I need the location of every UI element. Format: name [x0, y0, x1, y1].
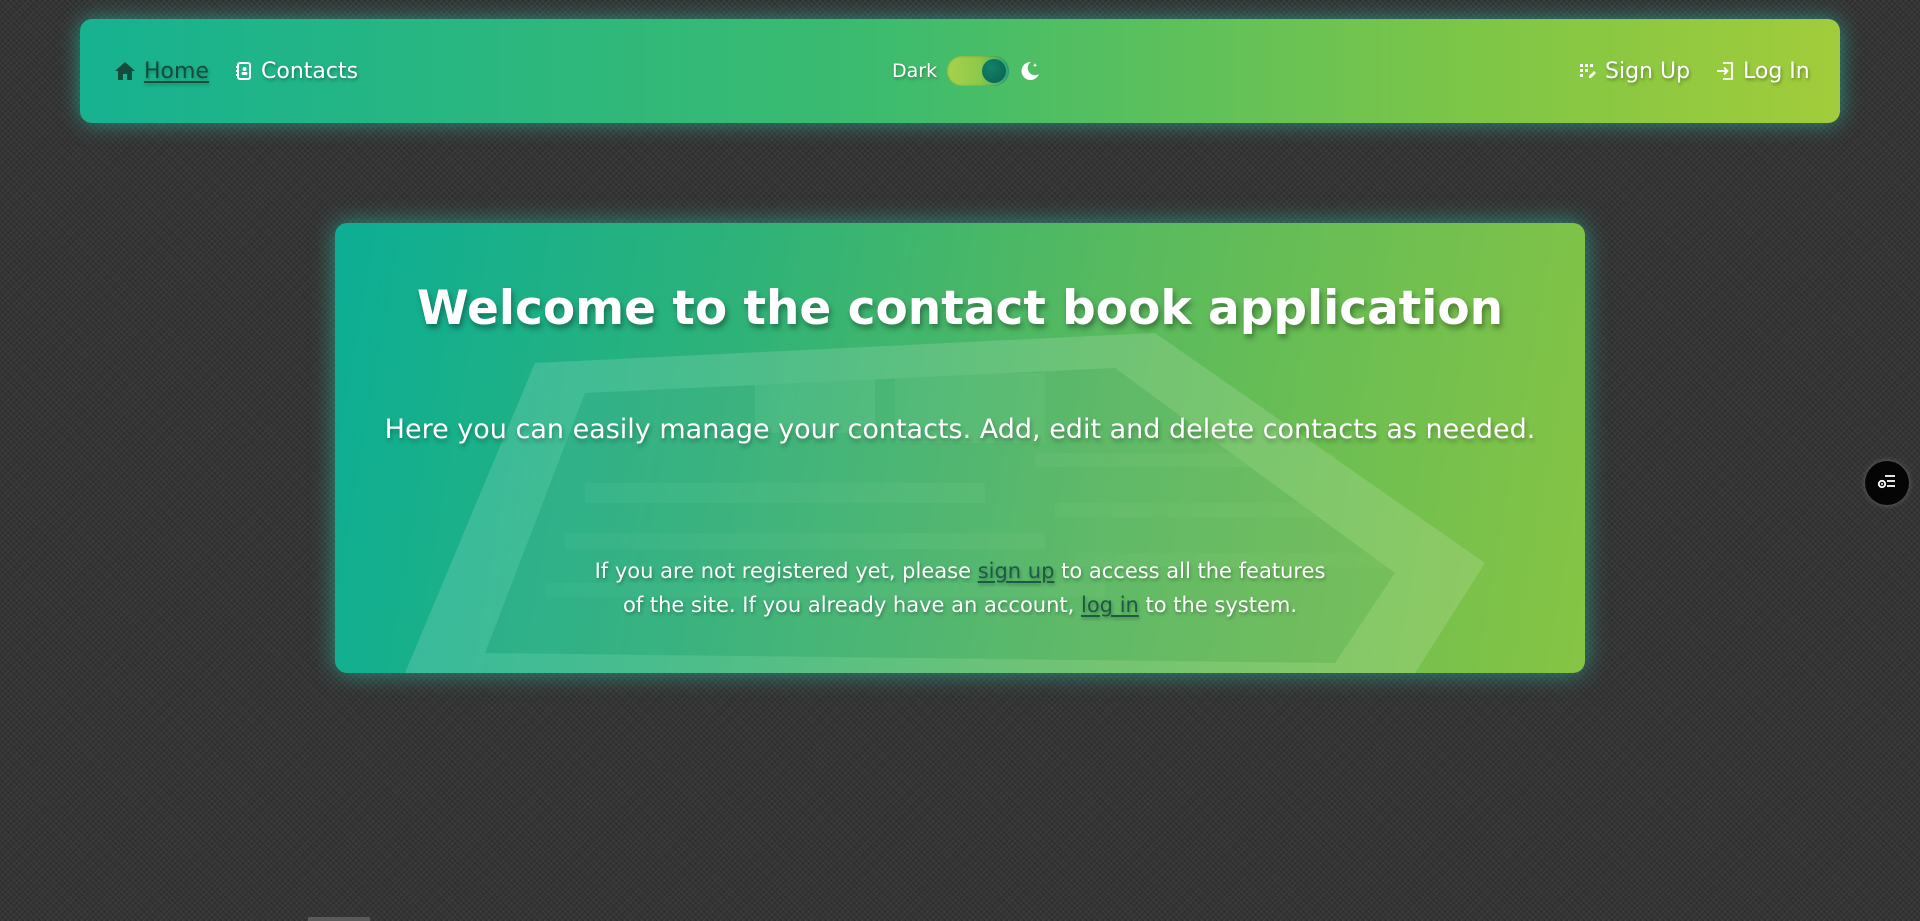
- nav-contacts-link[interactable]: Contacts: [235, 19, 358, 123]
- nav-signup-link[interactable]: Sign Up: [1579, 19, 1690, 123]
- info-text-part1: If you are not registered yet, please: [594, 559, 978, 583]
- login-icon: [1715, 61, 1735, 81]
- settings-list-icon: [1876, 470, 1898, 496]
- moon-icon: [1019, 60, 1041, 82]
- signup-icon: [1579, 62, 1597, 80]
- nav-home-link[interactable]: Home: [114, 19, 209, 123]
- nav-contacts-label: Contacts: [261, 58, 359, 84]
- nav-signup-label: Sign Up: [1605, 58, 1691, 84]
- signup-inline-link[interactable]: sign up: [978, 559, 1055, 583]
- navbar: Home Contacts Dark Sign Up Log In: [80, 19, 1840, 123]
- theme-switcher: Dark: [892, 19, 1041, 123]
- nav-login-link[interactable]: Log In: [1715, 19, 1810, 123]
- welcome-card: Welcome to the contact book application …: [335, 223, 1585, 673]
- login-inline-link[interactable]: log in: [1081, 593, 1139, 617]
- floating-settings-button[interactable]: [1865, 461, 1909, 505]
- scroll-indicator: [308, 917, 370, 921]
- theme-toggle[interactable]: [947, 56, 1010, 86]
- nav-login-label: Log In: [1743, 58, 1810, 84]
- info-text-part3: to the system.: [1138, 593, 1298, 617]
- nav-home-label: Home: [144, 58, 209, 84]
- address-book-icon: [235, 61, 253, 81]
- theme-label: Dark: [892, 60, 938, 82]
- welcome-title: Welcome to the contact book application: [416, 281, 1504, 336]
- home-icon: [114, 61, 136, 81]
- welcome-subtitle: Here you can easily manage your contacts…: [384, 414, 1536, 445]
- welcome-info-text: If you are not registered yet, please si…: [585, 554, 1335, 622]
- toggle-knob: [982, 59, 1007, 83]
